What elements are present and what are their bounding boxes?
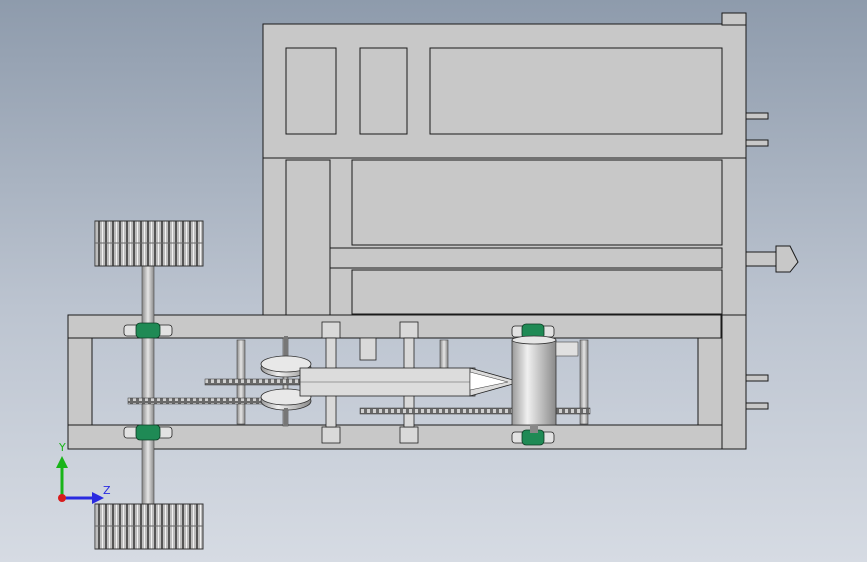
upper-frame[interactable] (262, 12, 747, 316)
y-axis-label: Y (59, 441, 66, 454)
chassis-left-post (67, 337, 93, 426)
frame-crossbar-2 (329, 247, 723, 269)
cad-viewport[interactable]: Y Z (0, 0, 867, 562)
pin-4 (745, 402, 769, 410)
clamp-block-1 (359, 337, 377, 361)
pin-1 (745, 112, 769, 120)
coordinate-triad (56, 456, 104, 504)
clamp-2[interactable] (399, 321, 419, 339)
upper-chain[interactable] (204, 378, 316, 386)
frame-window-2[interactable] (359, 47, 408, 135)
bearing-front-top[interactable] (123, 322, 173, 339)
triad-origin (58, 494, 66, 502)
fork-body (745, 251, 777, 267)
motor-gear (555, 341, 579, 357)
assembly-drawing[interactable] (0, 0, 867, 562)
frame-window-3[interactable] (429, 47, 723, 135)
fork-jaw (775, 245, 799, 273)
clamp-4[interactable] (399, 426, 419, 444)
post-3 (439, 339, 449, 371)
motor-shaft-end (530, 425, 538, 433)
chassis-right-end (721, 314, 747, 450)
bearing-front-bottom[interactable] (123, 424, 173, 441)
clamp-1[interactable] (321, 321, 341, 339)
upper-frame-top-cap (721, 12, 747, 26)
pin-3 (745, 374, 769, 382)
motor-cylinder[interactable] (511, 335, 579, 433)
frame-panel-lower[interactable] (351, 269, 723, 315)
z-axis-label: Z (103, 484, 111, 497)
pulley-lower-pin (284, 408, 288, 426)
pin-2 (745, 139, 769, 147)
frame-panel-upper[interactable] (351, 159, 723, 246)
y-arrow-head (56, 456, 68, 468)
frame-left-column (285, 159, 331, 316)
clamp-rod-3 (325, 394, 337, 428)
front-axle[interactable] (141, 264, 155, 506)
side-pins (745, 112, 799, 410)
cutter-blade[interactable] (299, 367, 522, 397)
chassis-right-post (697, 337, 723, 426)
clamp-3[interactable] (321, 426, 341, 444)
frame-window-1[interactable] (285, 47, 337, 135)
